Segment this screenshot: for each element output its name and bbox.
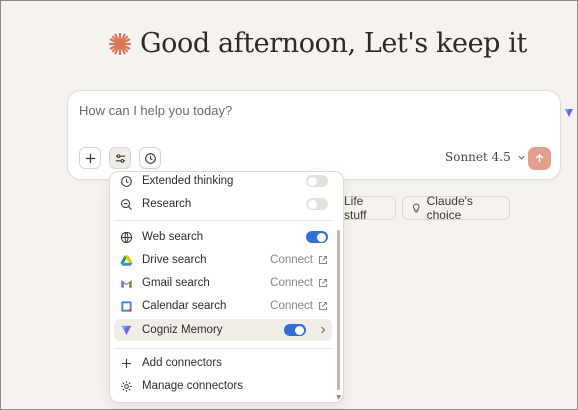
menu-item-cogniz-memory[interactable]: Cogniz Memory [114, 319, 332, 341]
chip-life-stuff[interactable]: Life stuff [336, 194, 396, 222]
model-selector[interactable]: Sonnet 4.5 [445, 150, 526, 164]
cogniz-extension-icon[interactable] [564, 108, 574, 118]
greeting-title: Good afternoon, Let's keep it [140, 28, 527, 59]
menu-item-manage-connectors[interactable]: Manage connectors [114, 375, 332, 397]
chip-claudes-choice[interactable]: Claude's choice [402, 194, 510, 222]
add-attachment-button[interactable] [79, 147, 101, 169]
google-drive-icon [119, 254, 133, 266]
menu-item-web-search[interactable]: Web search [114, 226, 332, 248]
plus-icon [85, 153, 95, 163]
model-name: Sonnet 4.5 [445, 150, 511, 164]
claude-logo-icon [108, 32, 132, 55]
prompt-input[interactable]: How can I help you today? [79, 103, 232, 118]
chevron-right-icon[interactable] [318, 325, 328, 335]
plus-icon [121, 358, 131, 368]
menu-divider [114, 220, 332, 221]
calendar-connect-link[interactable]: Connect [270, 300, 328, 312]
cogniz-icon [121, 325, 131, 335]
menu-item-gmail-search[interactable]: Gmail search Connect [114, 272, 332, 294]
research-toggle[interactable] [306, 198, 328, 210]
menu-item-extended-thinking[interactable]: Extended thinking [114, 172, 332, 192]
clock-icon [144, 152, 156, 164]
arrow-up-icon [535, 153, 544, 163]
menu-scrollbar[interactable] [337, 230, 340, 390]
research-icon [120, 198, 132, 210]
chevron-down-icon [518, 155, 525, 160]
gear-icon [120, 380, 132, 392]
tools-button[interactable] [109, 147, 131, 169]
external-link-icon [319, 302, 327, 310]
chip-label: Life stuff [344, 194, 367, 222]
menu-item-research[interactable]: Research [114, 193, 332, 215]
web-search-toggle[interactable] [306, 231, 328, 243]
external-link-icon [319, 279, 327, 287]
tools-menu: Extended thinking Research Web search Dr… [109, 171, 344, 403]
drive-connect-link[interactable]: Connect [270, 254, 328, 266]
history-button[interactable] [139, 147, 161, 169]
menu-item-calendar-search[interactable]: Calendar search Connect [114, 295, 332, 317]
sliders-icon [115, 153, 125, 163]
message-composer[interactable]: How can I help you today? Sonnet 4.5 [67, 90, 561, 180]
clock-icon [120, 175, 132, 187]
globe-icon [120, 231, 132, 243]
send-button[interactable] [528, 147, 551, 170]
gmail-icon [120, 279, 132, 288]
chip-label: Claude's choice [426, 194, 473, 222]
cogniz-memory-toggle[interactable] [284, 324, 306, 336]
menu-item-drive-search[interactable]: Drive search Connect [114, 249, 332, 271]
menu-item-add-connectors[interactable]: Add connectors [114, 352, 332, 374]
extended-thinking-toggle[interactable] [306, 175, 328, 187]
greeting: Good afternoon, Let's keep it [108, 28, 527, 59]
menu-divider [114, 348, 332, 349]
google-calendar-icon [120, 300, 132, 312]
scroll-down-arrow-icon[interactable]: ▼ [336, 394, 341, 401]
gmail-connect-link[interactable]: Connect [270, 277, 328, 289]
external-link-icon [319, 256, 327, 264]
lightbulb-icon [413, 203, 420, 213]
